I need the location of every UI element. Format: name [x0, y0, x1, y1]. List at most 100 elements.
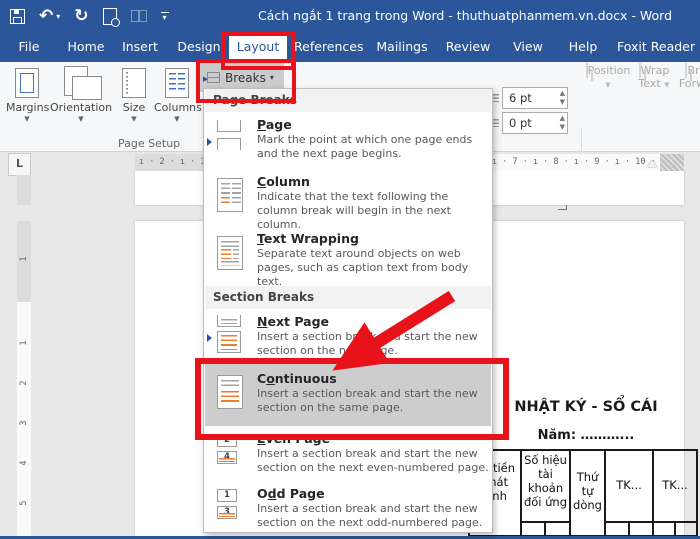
- spacing-before-icon: [492, 94, 499, 102]
- ruler-number: 1: [19, 252, 29, 266]
- tab-stop-selector[interactable]: L: [8, 153, 31, 176]
- chevron-down-icon: ▼: [50, 115, 112, 123]
- chevron-down-icon: ▼: [6, 115, 48, 123]
- table-border: [696, 449, 698, 537]
- menu-item-description: Separate text around objects on web page…: [257, 247, 489, 289]
- menu-item-label: Even Page: [257, 431, 330, 446]
- spacing-after-icon: [492, 119, 499, 127]
- page-break-icon: [217, 120, 249, 150]
- vertical-ruler-margin: 1: [17, 221, 31, 302]
- bring-forward-label: Bring: [687, 64, 700, 77]
- columns-button[interactable]: Columns ▼: [154, 64, 200, 123]
- spacing-before-field[interactable]: 6 pt ▲▼: [502, 87, 568, 109]
- menu-item-label: Odd Page: [257, 486, 325, 501]
- margins-label: Margins: [6, 101, 49, 114]
- customize-qat-icon[interactable]: ▾: [161, 12, 169, 21]
- breaks-label: Breaks: [225, 71, 266, 85]
- ruler-number: 1: [19, 336, 29, 350]
- save-icon[interactable]: [10, 9, 25, 24]
- breaks-icon: ▶: [205, 71, 220, 84]
- undo-icon[interactable]: ↶▾: [39, 8, 60, 25]
- right-indent-marker[interactable]: [647, 160, 657, 167]
- text-wrapping-icon: [217, 236, 249, 270]
- orientation-button[interactable]: Orientation ▼: [50, 64, 112, 123]
- spacing-after-field[interactable]: 0 pt ▲▼: [502, 112, 568, 134]
- tab-foxit-reader-pdf[interactable]: Foxit Reader PDF: [612, 32, 700, 62]
- menu-item-even-page[interactable]: 2 4 Even Page Insert a section break and…: [205, 426, 491, 484]
- ruler-number: 3: [19, 416, 29, 430]
- column-break-icon: [217, 178, 249, 212]
- position-button: Position ▼: [585, 64, 631, 90]
- tab-view[interactable]: View: [508, 32, 548, 62]
- window-title: Cách ngắt 1 trang trong Word - thuthuatp…: [240, 0, 690, 32]
- vertical-ruler[interactable]: 1 2 3 4 5: [17, 302, 31, 537]
- table-border: [604, 521, 698, 523]
- table-header-cell: Số hiệu tài khoản đối ứng: [522, 453, 569, 509]
- spinner-arrows-icon[interactable]: ▲▼: [560, 114, 565, 132]
- ruler-margin-ticks: ı · 2 · ı · 1: [139, 157, 206, 167]
- menu-item-label: Column: [257, 174, 310, 189]
- title-bar: ↶▾ ↻ ▾ Cách ngắt 1 trang trong Word - th…: [0, 0, 700, 32]
- ruler-right-margin: [660, 154, 684, 171]
- ribbon-tab-row: File Home Insert Design Layout Reference…: [0, 32, 700, 62]
- tab-file[interactable]: File: [10, 32, 48, 62]
- side-by-side-icon: [131, 10, 147, 22]
- tab-home[interactable]: Home: [62, 32, 110, 62]
- menu-item-odd-page[interactable]: 1 3 Odd Page Insert a section break and …: [205, 484, 491, 534]
- wrap-text-button: Wrap Text ▼: [634, 64, 674, 90]
- menu-item-label: Page: [257, 117, 292, 132]
- spinner-arrows-icon[interactable]: ▲▼: [560, 89, 565, 107]
- ruler-number: 2: [19, 376, 29, 390]
- menu-item-label: Text Wrapping: [257, 231, 359, 246]
- word-window: ↶▾ ↻ ▾ Cách ngắt 1 trang trong Word - th…: [0, 0, 700, 539]
- orientation-label: Orientation: [50, 101, 112, 114]
- table-border: [544, 521, 546, 537]
- document-heading: NHẬT KÝ - SỔ CÁI: [497, 399, 675, 415]
- margins-button[interactable]: Margins ▼: [6, 64, 48, 123]
- tab-mailings[interactable]: Mailings: [372, 32, 432, 62]
- table-border: [604, 449, 606, 537]
- menu-item-page[interactable]: Page Mark the point at which one page en…: [205, 112, 491, 169]
- size-button[interactable]: Size ▼: [114, 64, 154, 123]
- tab-references[interactable]: References: [294, 32, 360, 62]
- table-header-cell: Thứ tự dòng: [571, 470, 604, 512]
- quick-access-toolbar: ↶▾ ↻ ▾: [10, 0, 169, 32]
- size-label: Size: [123, 101, 146, 114]
- tab-help[interactable]: Help: [564, 32, 602, 62]
- tab-insert[interactable]: Insert: [116, 32, 164, 62]
- columns-icon: [165, 68, 189, 98]
- spacing-before-value: 6 pt: [509, 91, 532, 105]
- menu-item-label: Next Page: [257, 314, 329, 329]
- menu-item-description: Mark the point at which one page ends an…: [257, 133, 489, 161]
- table-header-cell: TK...: [654, 478, 696, 492]
- menu-item-description: Insert a section break and start the new…: [257, 387, 489, 415]
- columns-label: Columns: [154, 101, 202, 114]
- tab-review[interactable]: Review: [442, 32, 494, 62]
- ruler-number: 5: [19, 496, 29, 510]
- menu-item-column[interactable]: Column Indicate that the text following …: [205, 169, 491, 226]
- menu-section-section-breaks: Section Breaks: [205, 286, 491, 309]
- chevron-down-icon: ▼: [114, 115, 154, 123]
- tab-design[interactable]: Design: [172, 32, 226, 62]
- page-setup-group-label: Page Setup: [118, 137, 180, 150]
- position-icon: [586, 63, 588, 78]
- table-border: [652, 449, 654, 537]
- menu-item-label: Continuous: [257, 371, 337, 386]
- menu-item-next-page[interactable]: Next Page Insert a section break and sta…: [205, 309, 491, 364]
- menu-item-text-wrapping[interactable]: Text Wrapping Separate text around objec…: [205, 226, 491, 286]
- even-page-break-icon: 2 4: [217, 434, 249, 464]
- document-year-line: Năm: ………...: [497, 428, 675, 443]
- size-icon: [122, 68, 146, 98]
- table-border: [628, 521, 630, 537]
- redo-icon[interactable]: ↻: [74, 8, 88, 25]
- vertical-ruler-page1: [17, 175, 31, 205]
- continuous-break-icon: [217, 375, 249, 409]
- chevron-down-icon: ▾: [270, 73, 274, 82]
- table-border: [468, 449, 697, 451]
- menu-item-continuous[interactable]: Continuous Insert a section break and st…: [205, 364, 491, 426]
- menu-section-page-breaks: Page Breaks: [205, 89, 491, 112]
- print-preview-icon[interactable]: [103, 8, 117, 25]
- menu-item-description: Insert a section break and start the new…: [257, 502, 489, 530]
- tab-layout[interactable]: Layout: [229, 33, 287, 62]
- next-page-break-icon: [217, 315, 249, 353]
